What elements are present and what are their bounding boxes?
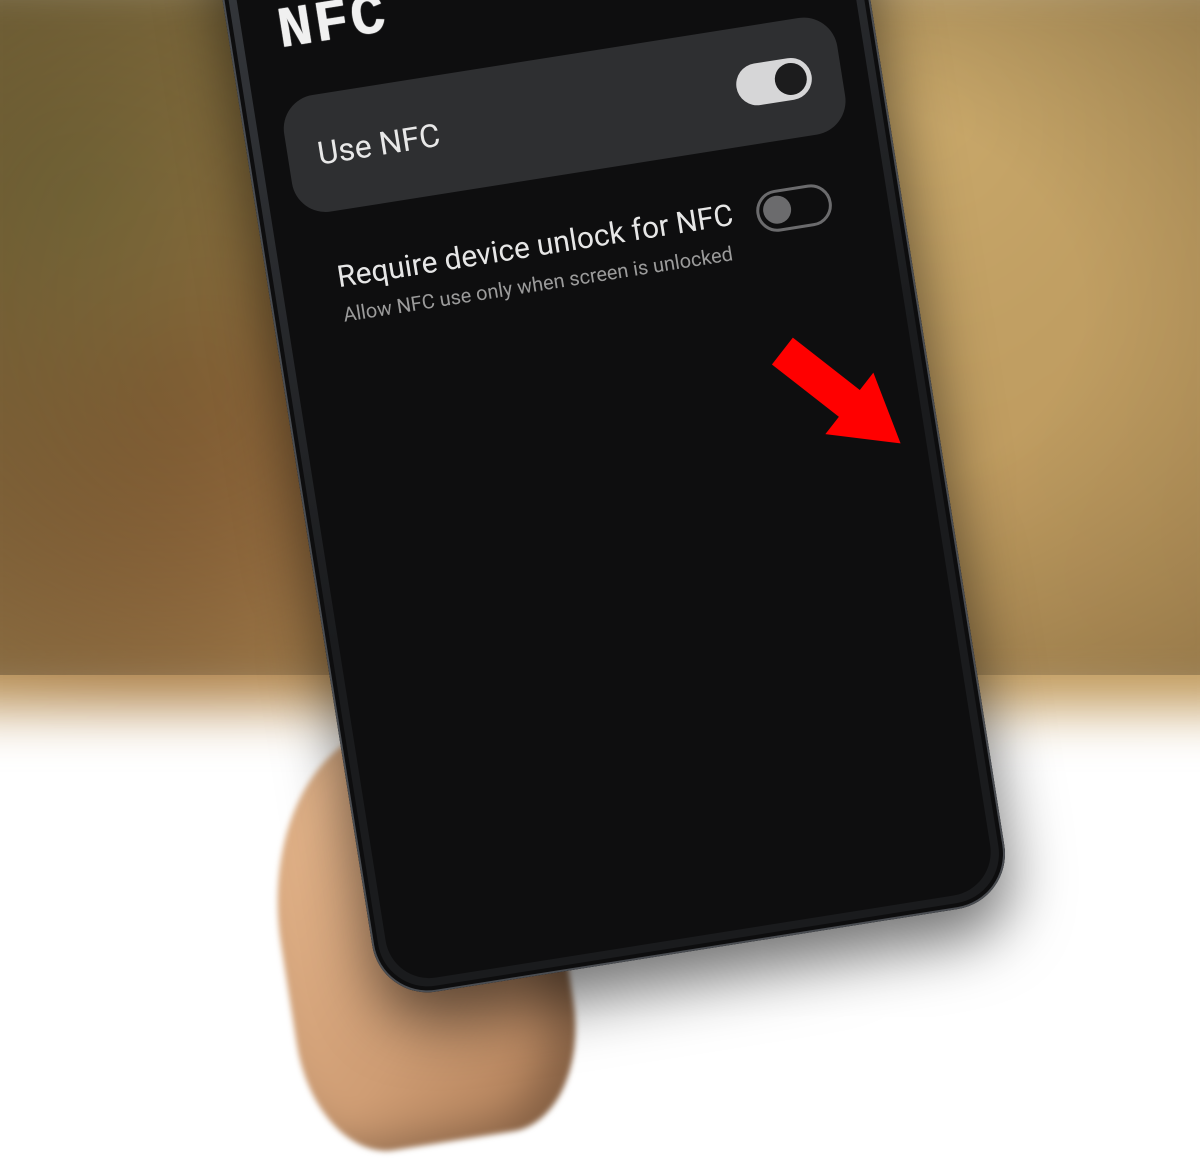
phone-stage: 16:39 75%: [123, 0, 1077, 1039]
toggle-thumb: [761, 193, 793, 225]
use-nfc-toggle[interactable]: [733, 54, 815, 107]
require-unlock-text: Require device unlock for NFC Allow NFC …: [334, 196, 744, 326]
require-unlock-toggle[interactable]: [753, 181, 835, 234]
settings-content: NFC Use NFC Require device unlock for NF…: [214, 0, 895, 335]
use-nfc-label: Use NFC: [315, 115, 443, 172]
toggle-thumb: [773, 60, 810, 97]
